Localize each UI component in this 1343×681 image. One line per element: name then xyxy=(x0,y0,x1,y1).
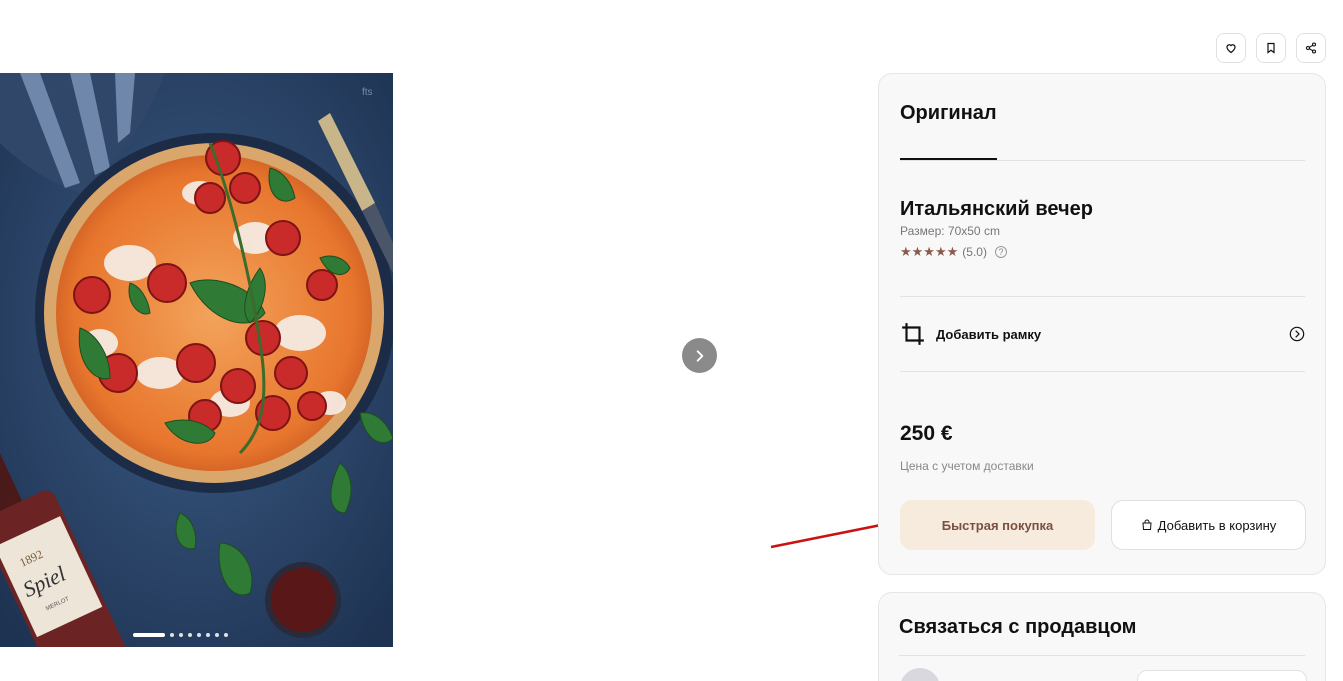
top-actions xyxy=(1216,33,1326,63)
divider xyxy=(900,296,1305,297)
product-page: 1892 Spiel MERLOT fts Оригинал Итальянск… xyxy=(0,0,1343,681)
bookmark-icon xyxy=(1267,42,1275,54)
contact-seller-button[interactable] xyxy=(1137,670,1307,681)
share-button[interactable] xyxy=(1296,33,1326,63)
purchase-card: Оригинал Итальянский вечер Размер: 70x50… xyxy=(878,73,1326,575)
tab-divider xyxy=(900,160,1305,161)
add-to-cart-button[interactable]: Добавить в корзину xyxy=(1111,500,1306,550)
favorite-button[interactable] xyxy=(1216,33,1246,63)
next-image-button[interactable] xyxy=(682,338,717,373)
rating-value: (5.0) xyxy=(962,245,987,259)
quick-buy-button[interactable]: Быстрая покупка xyxy=(900,500,1095,550)
rating-stars: ★★★★★ xyxy=(900,244,959,259)
price-note: Цена с учетом доставки xyxy=(900,459,1034,473)
gallery-dot[interactable] xyxy=(197,633,201,637)
gallery-dot[interactable] xyxy=(170,633,174,637)
artwork-image[interactable]: 1892 Spiel MERLOT fts xyxy=(0,73,393,647)
tab-active-indicator xyxy=(900,158,997,160)
add-to-cart-label: Добавить в корзину xyxy=(1157,517,1277,533)
bookmark-button[interactable] xyxy=(1256,33,1286,63)
tab-original[interactable]: Оригинал xyxy=(900,102,997,125)
crop-icon xyxy=(902,323,924,345)
divider xyxy=(900,371,1305,372)
artwork-size: Размер: 70x50 cm xyxy=(900,224,1000,238)
rating: ★★★★★ (5.0) ? xyxy=(900,244,1007,260)
price: 250 € xyxy=(900,422,953,445)
add-frame-row[interactable]: Добавить рамку xyxy=(900,319,1305,349)
share-icon xyxy=(1305,42,1317,54)
gallery-dot[interactable] xyxy=(224,633,228,637)
add-frame-label: Добавить рамку xyxy=(936,326,1042,342)
gallery-dot[interactable] xyxy=(133,633,165,637)
gallery-dot[interactable] xyxy=(179,633,183,637)
pizza-painting: 1892 Spiel MERLOT fts xyxy=(0,73,393,647)
gallery-dot[interactable] xyxy=(188,633,192,637)
gallery-dot[interactable] xyxy=(215,633,219,637)
artwork-title: Итальянский вечер xyxy=(900,198,1093,220)
chevron-right-circle-icon xyxy=(1289,326,1305,342)
seller-card: Связаться с продавцом xyxy=(878,592,1326,681)
gallery-pagination xyxy=(133,633,228,637)
gallery-dot[interactable] xyxy=(206,633,210,637)
shopping-bag-icon xyxy=(1142,519,1152,530)
chevron-right-icon xyxy=(696,349,703,362)
divider xyxy=(899,655,1305,656)
seller-avatar[interactable] xyxy=(900,668,940,681)
heart-icon xyxy=(1226,44,1236,54)
help-icon[interactable]: ? xyxy=(994,246,1007,258)
seller-title: Связаться с продавцом xyxy=(899,616,1137,638)
svg-text:fts: fts xyxy=(362,87,373,98)
